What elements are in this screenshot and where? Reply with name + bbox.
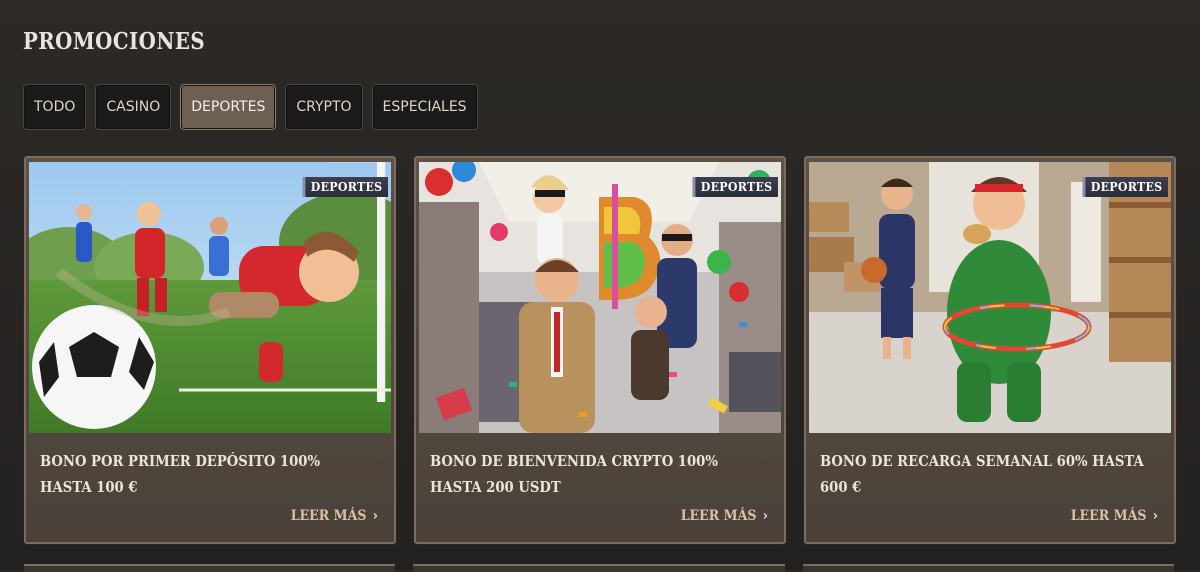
promotion-title: BONO DE RECARGA SEMANAL 60% HASTA 600 € <box>820 452 1144 496</box>
promotion-image-crypto[interactable]: DEPORTES <box>419 162 781 433</box>
category-badge: DEPORTES <box>1082 177 1168 197</box>
read-more-label: LEER MÁS <box>1070 508 1147 524</box>
filter-todo-button[interactable]: TODO <box>23 84 87 130</box>
promotion-cards: DEPORTES BONO POR PRIMER DEPÓSITO 100% H… <box>24 156 1176 544</box>
promotion-title: BONO DE BIENVENIDA CRYPTO 100% HASTA 200… <box>430 452 718 496</box>
filter-crypto-button[interactable]: CRYPTO <box>285 84 363 130</box>
read-more-label: LEER MÁS <box>290 508 367 524</box>
promotion-image-soccer[interactable]: DEPORTES <box>29 162 391 433</box>
category-badge: DEPORTES <box>692 177 778 197</box>
promotion-image-warehouse[interactable]: DEPORTES <box>809 162 1171 433</box>
filter-bar: TODO CASINO DEPORTES CRYPTO ESPECIALES <box>23 84 478 130</box>
card-edge <box>413 564 785 572</box>
read-more-link[interactable]: LEER MÁS › <box>681 508 768 524</box>
chevron-right-icon: › <box>762 508 768 524</box>
category-badge: DEPORTES <box>302 177 388 197</box>
card-body: BONO POR PRIMER DEPÓSITO 100% HASTA 100 … <box>26 434 394 542</box>
read-more-link[interactable]: LEER MÁS › <box>1071 508 1158 524</box>
page-title: PROMOCIONES <box>23 28 206 55</box>
card-body: BONO DE RECARGA SEMANAL 60% HASTA 600 € … <box>806 434 1174 542</box>
card-body: BONO DE BIENVENIDA CRYPTO 100% HASTA 200… <box>416 434 784 542</box>
chevron-right-icon: › <box>372 508 378 524</box>
next-row-cards-edge <box>24 564 1174 572</box>
promotion-card[interactable]: DEPORTES BONO DE BIENVENIDA CRYPTO 100% … <box>414 156 786 544</box>
promotion-card[interactable]: DEPORTES BONO DE RECARGA SEMANAL 60% HAS… <box>804 156 1176 544</box>
card-edge <box>802 564 1174 572</box>
filter-deportes-button[interactable]: DEPORTES <box>180 84 277 130</box>
filter-casino-button[interactable]: CASINO <box>95 84 172 130</box>
promotion-title: BONO POR PRIMER DEPÓSITO 100% HASTA 100 … <box>40 452 321 496</box>
card-edge <box>24 564 396 572</box>
chevron-right-icon: › <box>1152 508 1158 524</box>
filter-especiales-button[interactable]: ESPECIALES <box>371 84 478 130</box>
read-more-link[interactable]: LEER MÁS › <box>291 508 378 524</box>
promotion-card[interactable]: DEPORTES BONO POR PRIMER DEPÓSITO 100% H… <box>24 156 396 544</box>
read-more-label: LEER MÁS <box>680 508 757 524</box>
